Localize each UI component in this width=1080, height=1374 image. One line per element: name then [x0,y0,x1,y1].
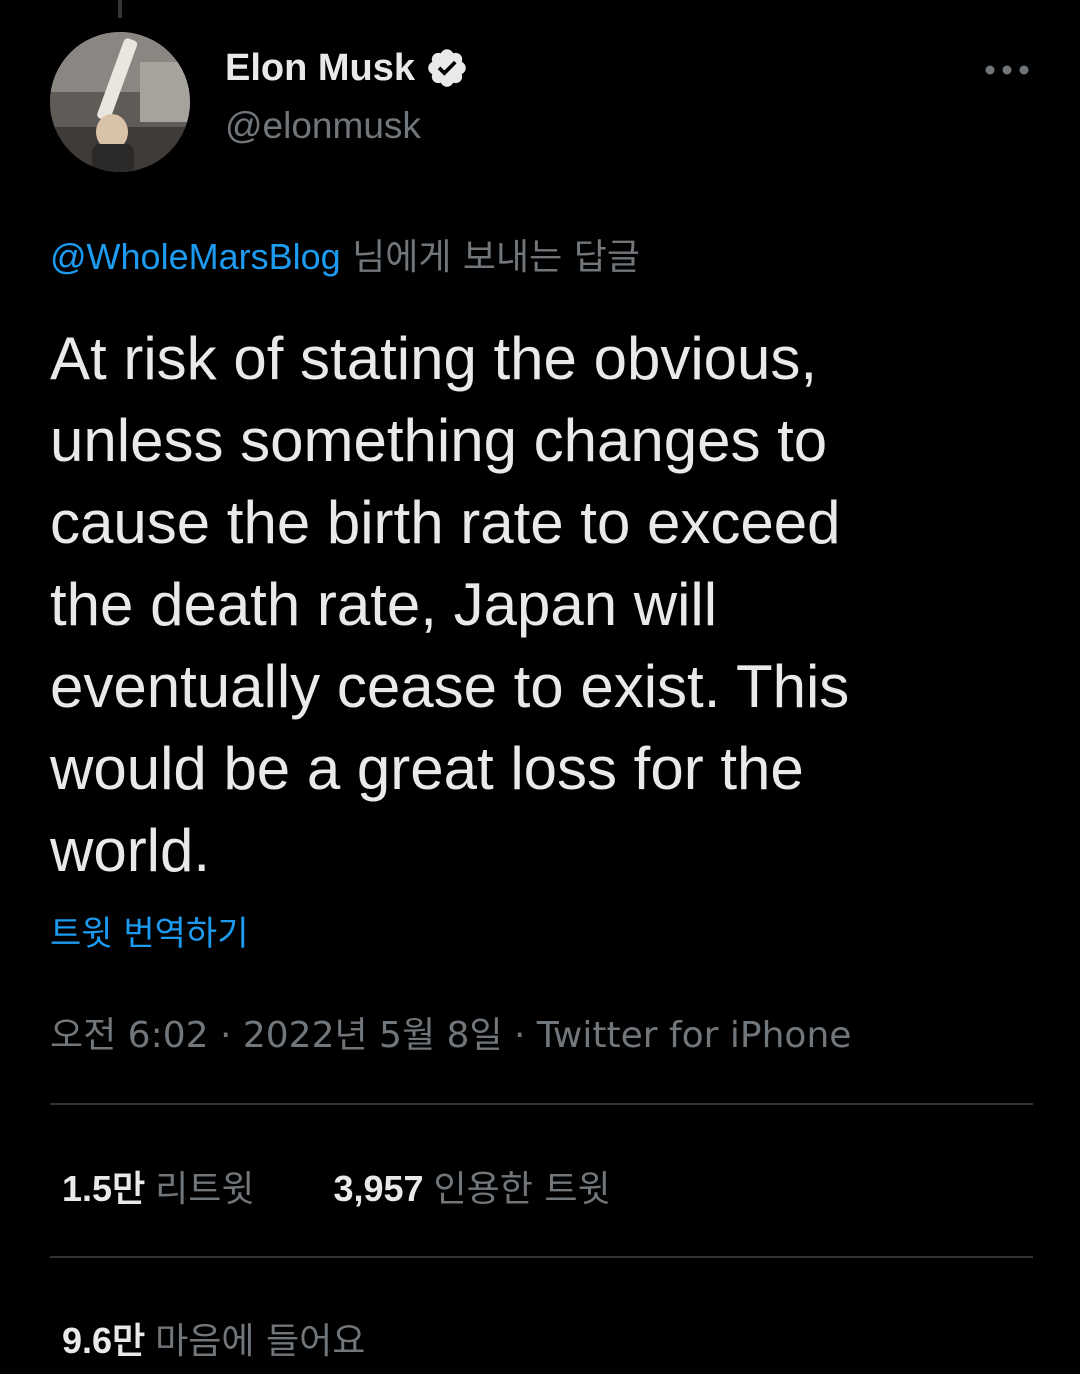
avatar-photo [50,32,190,172]
reply-context-label: 님에게 보내는 답글 [352,237,640,278]
likes-count: 9.6만 [62,1320,146,1361]
divider [50,1103,1033,1105]
avatar[interactable] [50,32,190,172]
quotes-count: 3,957 [333,1168,424,1209]
author-display-name[interactable]: Elon Musk [225,47,415,90]
divider [50,1256,1033,1258]
likes-stats-row: 9.6만 마음에 들어요 [62,1312,365,1364]
quotes-stat[interactable]: 3,957 인용한 트윗 [333,1168,611,1210]
author-name-row[interactable]: Elon Musk [225,46,469,90]
engagement-stats-row: 1.5만 리트윗 3,957 인용한 트윗 [62,1160,611,1212]
retweets-label: 리트윗 [155,1169,255,1210]
retweets-count: 1.5만 [62,1168,146,1209]
quotes-label: 인용한 트윗 [433,1169,611,1210]
author-handle[interactable]: @elonmusk [225,105,421,147]
translate-tweet-link[interactable]: 트윗 번역하기 [50,906,249,955]
thread-connector-line [118,0,122,18]
likes-stat[interactable]: 9.6만 마음에 들어요 [62,1320,366,1362]
likes-label: 마음에 들어요 [155,1321,366,1362]
reply-context: @WholeMarsBlog 님에게 보내는 답글 [50,228,640,280]
reply-mention-link[interactable]: @WholeMarsBlog [50,236,341,277]
verified-badge-icon [428,49,466,87]
more-dots-icon[interactable] [984,60,1030,80]
retweets-stat[interactable]: 1.5만 리트윗 [62,1168,266,1210]
tweet-text: At risk of stating the obvious, unless s… [50,325,850,884]
tweet-timestamp[interactable]: 오전 6:02 · 2022년 5월 8일 · Twitter for iPho… [50,1006,851,1058]
